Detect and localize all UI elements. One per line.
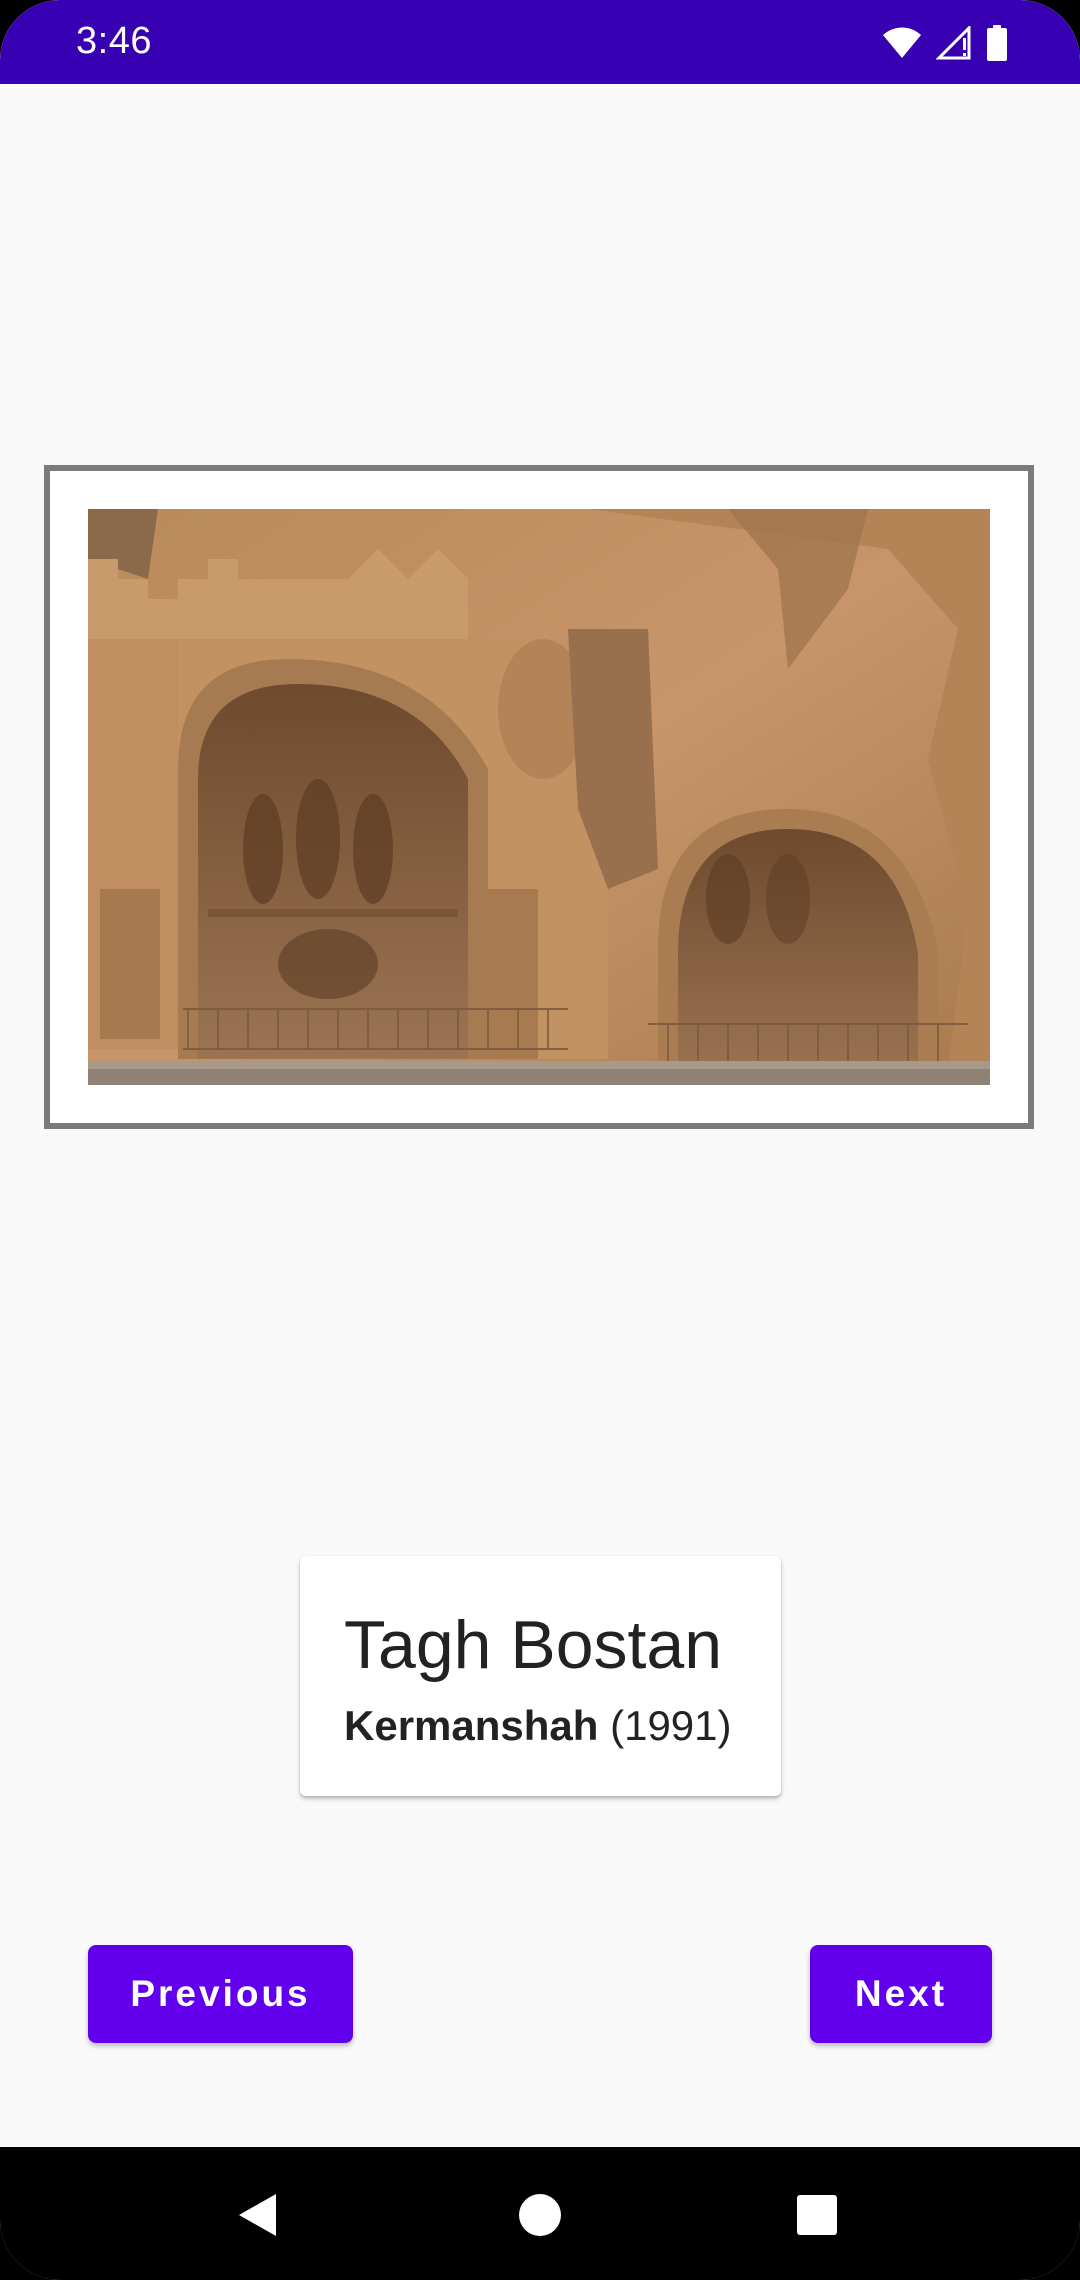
previous-button-label: Previous	[130, 1973, 311, 2014]
artwork-info-card: Tagh Bostan Kermanshah (1991)	[300, 1556, 781, 1796]
artwork-image	[88, 509, 990, 1085]
recents-icon[interactable]	[796, 2194, 838, 2241]
artwork-artist: Kermanshah	[344, 1702, 599, 1749]
next-button-label: Next	[854, 1973, 948, 2014]
artwork-subtitle: Kermanshah (1991)	[344, 1702, 732, 1750]
status-bar: 3:46	[0, 0, 1080, 84]
wifi-icon	[882, 26, 922, 60]
battery-icon	[986, 25, 1008, 61]
artwork-title: Tagh Bostan	[344, 1607, 723, 1683]
back-icon[interactable]	[236, 2192, 278, 2243]
status-icons	[882, 24, 1008, 62]
app-screen: 3:46 Tagh Bostan Kermanshah (1991) Previ…	[0, 0, 1080, 2280]
next-button[interactable]: Next	[810, 1945, 992, 2043]
navigation-bar	[0, 2147, 1080, 2280]
cell-signal-icon	[936, 26, 972, 60]
home-icon[interactable]	[518, 2193, 562, 2242]
artwork-year: (1991)	[610, 1702, 732, 1749]
previous-button[interactable]: Previous	[88, 1945, 353, 2043]
status-time: 3:46	[76, 20, 152, 62]
artwork-frame	[44, 465, 1034, 1129]
